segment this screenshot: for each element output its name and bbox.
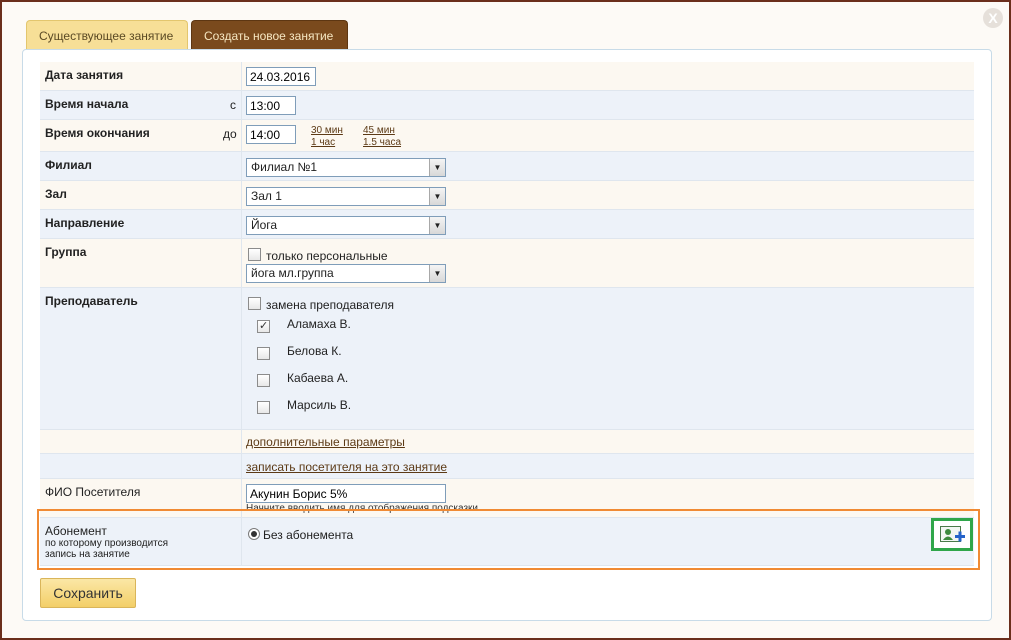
start-time-label: Время начала: [45, 97, 129, 111]
teacher-checkbox[interactable]: [257, 347, 270, 360]
teacher-name: Аламаха В.: [287, 317, 351, 331]
start-time-row: Время начала с: [40, 91, 974, 120]
teacher-name: Марсиль В.: [287, 398, 352, 412]
teacher-checkbox[interactable]: [257, 401, 270, 414]
end-time-row: Время окончания до 30 мин 1 час 45 мин 1…: [40, 120, 974, 152]
branch-select-value: Филиал №1: [251, 160, 318, 174]
chevron-down-icon: ▼: [429, 188, 445, 205]
end-time-prefix: до: [223, 127, 237, 141]
chevron-down-icon: ▼: [429, 159, 445, 176]
group-select[interactable]: йога мл.группа ▼: [246, 264, 446, 283]
quick-45min-link[interactable]: 45 мин: [363, 125, 395, 136]
hall-select[interactable]: Зал 1 ▼: [246, 187, 446, 206]
close-button[interactable]: X: [983, 8, 1003, 28]
teacher-checkbox[interactable]: [257, 319, 270, 333]
hall-row: Зал Зал 1 ▼: [40, 181, 974, 210]
chevron-down-icon: ▼: [429, 265, 445, 282]
teacher-name: Белова К.: [287, 344, 342, 358]
quick-1-5hour-link[interactable]: 1.5 часа: [363, 137, 401, 148]
extra-params-row: дополнительные параметры: [40, 430, 974, 454]
teacher-checkbox[interactable]: [257, 374, 270, 387]
visitor-name-input[interactable]: [246, 484, 446, 503]
visitor-label: ФИО Посетителя: [45, 485, 141, 499]
branch-row: Филиал Филиал №1 ▼: [40, 152, 974, 181]
register-visitor-link[interactable]: записать посетителя на это занятие: [246, 460, 447, 474]
end-time-input[interactable]: [246, 125, 296, 144]
chevron-down-icon: ▼: [429, 217, 445, 234]
personal-only-label: только персональные: [266, 249, 388, 263]
subscription-highlight: [37, 509, 980, 570]
group-row: Группа только персональные йога мл.групп…: [40, 239, 974, 288]
direction-row: Направление Йога ▼: [40, 210, 974, 239]
date-row: Дата занятия: [40, 62, 974, 91]
quick-1hour-link[interactable]: 1 час: [311, 137, 335, 148]
add-user-icon: [940, 526, 965, 542]
quick-30min-link[interactable]: 30 мин: [311, 125, 343, 136]
tab-new-lesson[interactable]: Создать новое занятие: [191, 20, 348, 50]
dialog: X Существующее занятие Создать новое зан…: [0, 0, 1011, 640]
add-client-button[interactable]: [931, 518, 973, 551]
direction-label: Направление: [45, 216, 125, 230]
register-visitor-row: записать посетителя на это занятие: [40, 454, 974, 479]
teacher-name: Кабаева А.: [287, 371, 349, 385]
save-button[interactable]: Сохранить: [40, 578, 136, 608]
group-label: Группа: [45, 245, 87, 259]
start-time-input[interactable]: [246, 96, 296, 115]
date-input[interactable]: [246, 67, 316, 86]
branch-label: Филиал: [45, 158, 92, 172]
hall-label: Зал: [45, 187, 67, 201]
group-select-value: йога мл.группа: [251, 266, 334, 280]
teacher-label: Преподаватель: [45, 294, 138, 308]
hall-select-value: Зал 1: [251, 189, 282, 203]
tab-existing-lesson[interactable]: Существующее занятие: [26, 20, 188, 50]
end-time-label: Время окончания: [45, 126, 150, 140]
branch-select[interactable]: Филиал №1 ▼: [246, 158, 446, 177]
direction-select-value: Йога: [251, 218, 278, 232]
teacher-row: Преподаватель замена преподавателя Алама…: [40, 288, 974, 430]
replace-teacher-checkbox[interactable]: [248, 297, 261, 310]
extra-params-link[interactable]: дополнительные параметры: [246, 435, 405, 449]
start-time-prefix: с: [230, 98, 236, 112]
replace-teacher-label: замена преподавателя: [266, 298, 394, 312]
date-label: Дата занятия: [45, 68, 124, 82]
personal-only-checkbox[interactable]: [248, 248, 261, 261]
direction-select[interactable]: Йога ▼: [246, 216, 446, 235]
